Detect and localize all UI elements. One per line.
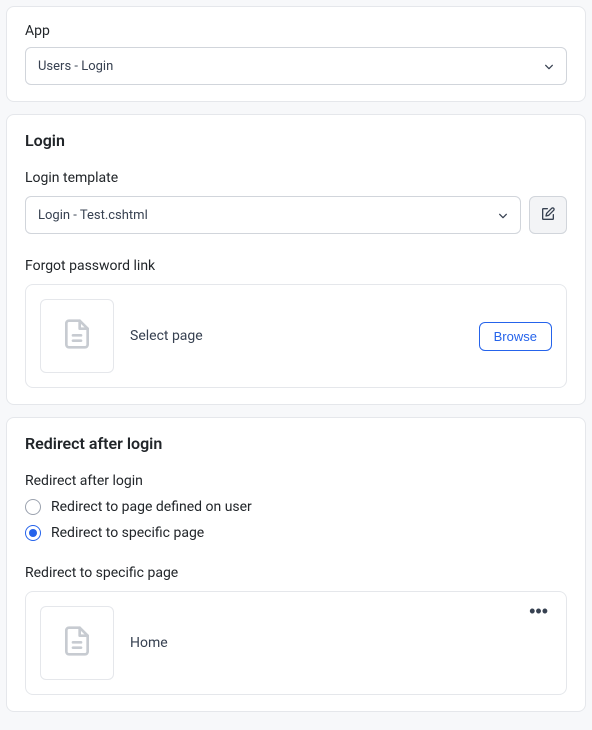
redirect-option-user-label: Redirect to page defined on user [51, 499, 252, 515]
redirect-option-specific[interactable]: Redirect to specific page [25, 525, 567, 541]
app-select[interactable]: Users - Login [25, 47, 567, 85]
forgot-password-page-text: Select page [130, 328, 463, 344]
app-select-value: Users - Login [38, 59, 113, 74]
page-icon [61, 625, 93, 661]
browse-button[interactable]: Browse [479, 322, 552, 351]
page-thumbnail [40, 299, 114, 373]
ellipsis-icon: ••• [529, 601, 548, 621]
redirect-group-label: Redirect after login [25, 473, 567, 489]
page-icon [61, 318, 93, 354]
redirect-specific-label: Redirect to specific page [25, 565, 567, 581]
redirect-option-specific-label: Redirect to specific page [51, 525, 204, 541]
chevron-down-icon [544, 61, 554, 71]
edit-template-button[interactable] [529, 196, 567, 234]
forgot-password-label: Forgot password link [25, 258, 567, 274]
login-title: Login [25, 131, 567, 150]
login-template-value: Login - Test.cshtml [38, 208, 148, 223]
radio-icon [25, 499, 41, 515]
redirect-option-user[interactable]: Redirect to page defined on user [25, 499, 567, 515]
login-template-label: Login template [25, 170, 567, 186]
radio-icon-checked [25, 525, 41, 541]
redirect-card: Redirect after login Redirect after logi… [6, 417, 586, 712]
app-label: App [25, 23, 567, 39]
forgot-password-page-picker: Select page Browse [25, 284, 567, 388]
redirect-specific-page-text: Home [130, 635, 509, 651]
redirect-specific-page-picker: Home ••• [25, 591, 567, 695]
more-options-button[interactable]: ••• [525, 602, 552, 620]
login-card: Login Login template Login - Test.cshtml… [6, 114, 586, 405]
login-template-select[interactable]: Login - Test.cshtml [25, 196, 521, 234]
chevron-down-icon [498, 210, 508, 220]
redirect-title: Redirect after login [25, 434, 567, 453]
edit-icon [540, 206, 556, 225]
app-card: App Users - Login [6, 6, 586, 102]
radio-dot-icon [29, 529, 37, 537]
page-thumbnail [40, 606, 114, 680]
